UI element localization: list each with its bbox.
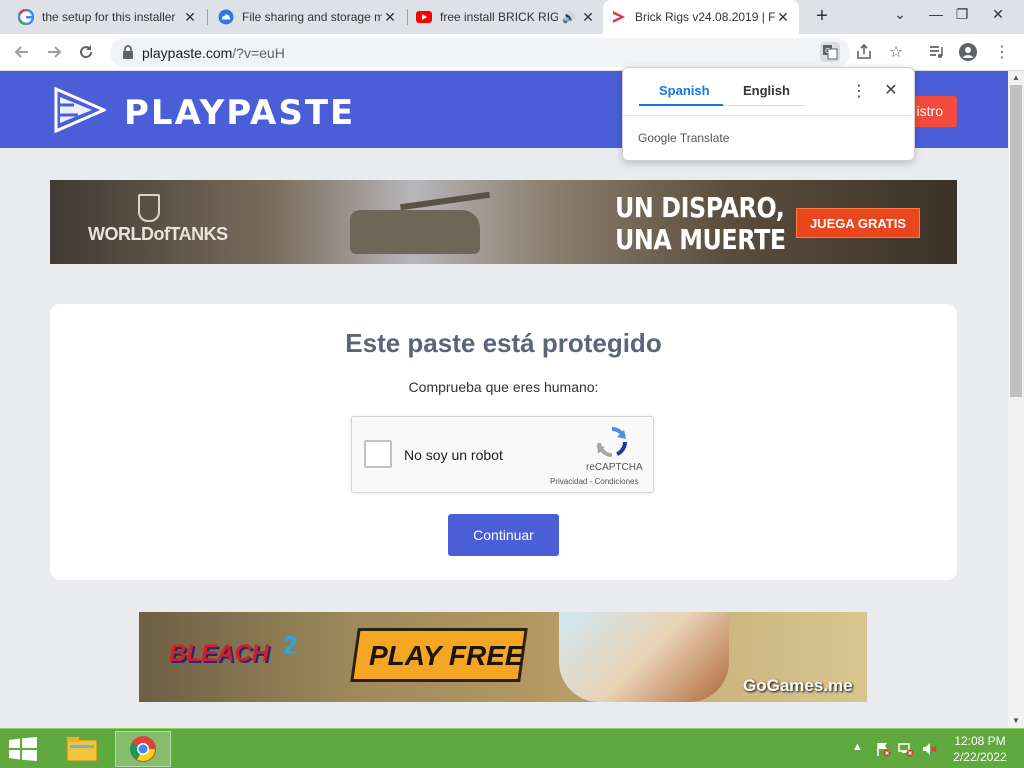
reload-button[interactable] — [76, 42, 96, 62]
playpaste-logo-icon — [54, 86, 108, 138]
tab-close-icon[interactable]: ✕ — [775, 9, 791, 26]
url-path: /?v=euH — [232, 45, 285, 61]
tank-image — [350, 210, 480, 254]
ad-cta-button[interactable]: JUEGA GRATIS — [796, 208, 920, 238]
anime-character-image — [559, 612, 729, 702]
share-icon[interactable] — [854, 42, 874, 62]
ad-bottom-site: GoGames.me — [743, 676, 853, 695]
site-logo[interactable]: PLAYPASTE — [54, 86, 356, 138]
protected-paste-card: Este paste está protegido Comprueba que … — [50, 304, 957, 580]
recaptcha-label: No soy un robot — [404, 447, 503, 463]
action-center-flag-icon[interactable] — [875, 741, 891, 760]
tab-close-icon[interactable]: ✕ — [182, 9, 198, 26]
url-text: playpaste.com/?v=euH — [142, 45, 285, 61]
ad-banner-top[interactable]: WORLDofTANKS UN DISPARO, UNA MUERTE JUEG… — [50, 180, 957, 264]
translate-popup: Spanish English ⋮ ✕ Google Translate — [622, 67, 915, 161]
translate-icon[interactable]: G — [820, 42, 840, 62]
new-tab-button[interactable]: + — [812, 6, 832, 26]
page-content: PLAYPASTE istro WORLDofTANKS UN DISPARO,… — [0, 71, 1008, 728]
tab-close-icon[interactable]: ✕ — [382, 9, 398, 26]
volume-muted-icon[interactable] — [922, 741, 938, 760]
ad-banner-bottom[interactable]: BLEACH 2 PLAY FREE GoGames.me — [139, 612, 867, 702]
recaptcha-logo-icon — [596, 426, 628, 463]
address-bar[interactable]: playpaste.com/?v=euH G ☆ — [110, 38, 903, 67]
recaptcha-terms-link[interactable]: Privacidad - Condiciones — [550, 477, 639, 486]
tab-file-sharing[interactable]: File sharing and storage ma ✕ — [210, 0, 406, 34]
google-translate-label: Google Translate — [638, 131, 730, 145]
forward-button[interactable] — [44, 42, 64, 62]
popup-divider — [623, 115, 914, 116]
svg-text:G: G — [825, 47, 830, 55]
scroll-thumb[interactable] — [1010, 85, 1022, 397]
youtube-icon — [416, 9, 432, 25]
play-free-text[interactable]: PLAY FREE — [369, 640, 524, 672]
tab-strip: the setup for this installer ✕ File shar… — [0, 0, 1024, 34]
scroll-up-arrow-icon[interactable]: ▲ — [1008, 71, 1024, 85]
tab-underline — [723, 105, 805, 106]
tab-title: free install BRICK RIGS — [440, 10, 559, 24]
tab-title: the setup for this installer — [42, 10, 176, 24]
back-button[interactable] — [12, 42, 32, 62]
tab-title: File sharing and storage ma — [242, 10, 382, 24]
selected-tab-underline — [639, 104, 723, 106]
close-icon[interactable]: ✕ — [883, 80, 899, 100]
network-icon[interactable] — [898, 741, 914, 760]
media-controls-icon[interactable] — [926, 42, 946, 62]
ad-slogan: UN DISPARO, UNA MUERTE — [615, 192, 786, 256]
tab-separator — [207, 9, 208, 25]
audio-playing-icon[interactable]: 🔊 — [562, 11, 576, 24]
bookmark-star-icon[interactable]: ☆ — [886, 42, 906, 62]
tab-search-chevron-icon[interactable]: ⌄ — [888, 6, 912, 23]
tab-title: Brick Rigs v24.08.2019 | F — [635, 10, 775, 24]
windows-start-icon[interactable] — [8, 737, 38, 766]
browser-toolbar: playpaste.com/?v=euH G ☆ ⋮ — [0, 34, 1024, 71]
url-host: playpaste.com — [142, 45, 233, 61]
tank-barrel — [400, 191, 490, 211]
recaptcha-widget: No soy un robot reCAPTCHA Privacidad - C… — [351, 416, 654, 493]
tab-close-icon[interactable]: ✕ — [580, 9, 596, 26]
system-clock[interactable]: 12:08 PM 2/22/2022 — [950, 733, 1010, 765]
scroll-down-arrow-icon[interactable]: ▼ — [1008, 714, 1024, 728]
chrome-taskbar-icon[interactable] — [115, 731, 171, 767]
page-title: Este paste está protegido — [345, 328, 662, 358]
translate-options-icon[interactable]: ⋮ — [851, 81, 867, 101]
close-window-button[interactable]: ✕ — [986, 6, 1010, 23]
restore-button[interactable]: ❐ — [950, 6, 974, 23]
wot-emblem-icon — [138, 194, 160, 222]
tab-setup[interactable]: the setup for this installer ✕ — [10, 0, 206, 34]
clock-date: 2/22/2022 — [953, 750, 1007, 764]
logo-text: PLAYPASTE — [124, 92, 356, 133]
target-language-tab[interactable]: English — [743, 83, 790, 98]
kebab-menu-icon[interactable]: ⋮ — [992, 42, 1012, 62]
source-language-tab[interactable]: Spanish — [659, 83, 710, 98]
ad-slogan-line2: UNA MUERTE — [615, 223, 786, 256]
ad-brand: WORLDofTANKS — [88, 224, 228, 244]
tab-youtube[interactable]: free install BRICK RIGS 🔊 ✕ — [408, 0, 604, 34]
minimize-button[interactable]: — — [924, 6, 948, 22]
file-explorer-icon[interactable] — [54, 731, 110, 767]
tray-overflow-chevron-icon[interactable]: ▲ — [852, 741, 863, 753]
clock-time: 12:08 PM — [954, 734, 1006, 748]
lock-icon[interactable] — [122, 45, 134, 64]
playpaste-icon — [611, 9, 627, 25]
ad-bottom-brand-number: 2 — [283, 630, 298, 660]
profile-avatar-icon[interactable] — [958, 42, 978, 62]
page-scrollbar[interactable]: ▲ ▼ — [1008, 71, 1024, 728]
windows-taskbar: ▲ 12:08 PM 2/22/2022 — [0, 728, 1024, 768]
continue-button[interactable]: Continuar — [448, 514, 559, 556]
recaptcha-brand: reCAPTCHA — [586, 462, 643, 473]
tab-brick-rigs[interactable]: Brick Rigs v24.08.2019 | F ✕ — [603, 0, 799, 34]
cloud-icon — [218, 9, 234, 25]
ad-bottom-brand: BLEACH — [169, 640, 269, 667]
human-check-prompt: Comprueba que eres humano: — [408, 379, 599, 395]
ad-slogan-line1: UN DISPARO, — [615, 191, 785, 224]
recaptcha-checkbox[interactable] — [364, 440, 392, 468]
google-g-icon — [18, 9, 34, 25]
